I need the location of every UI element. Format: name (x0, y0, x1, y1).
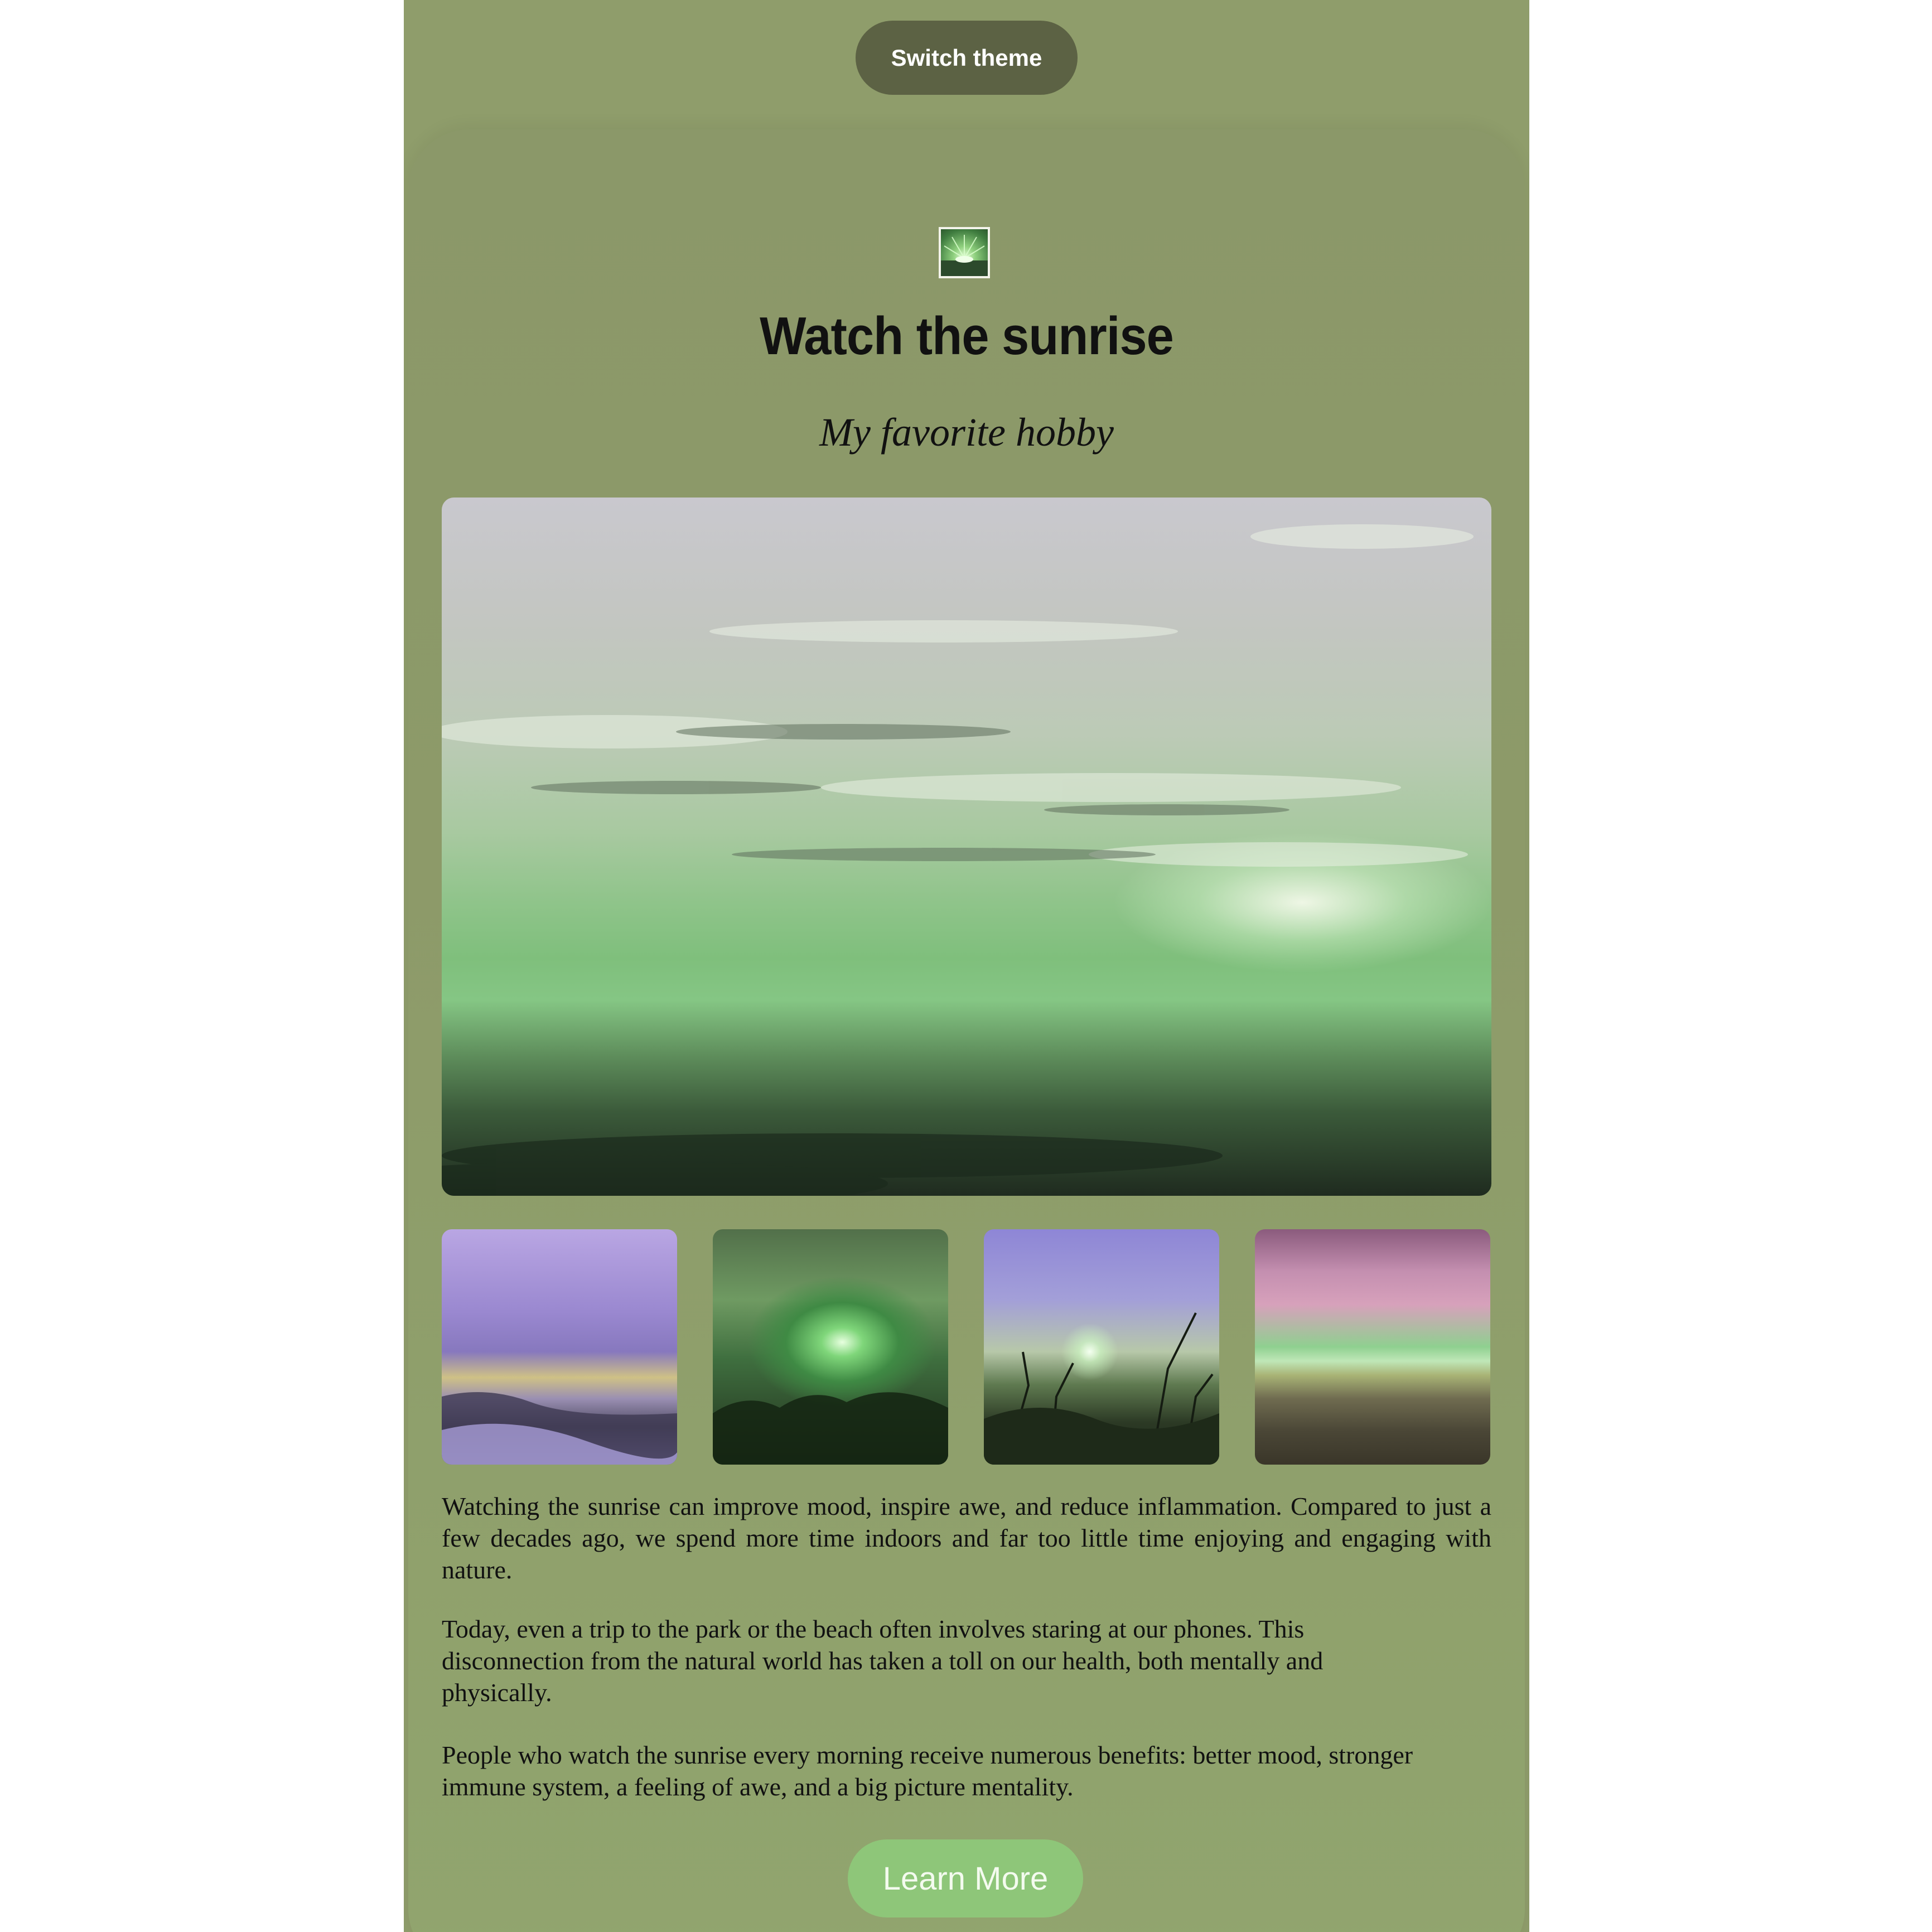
paragraph-1: Watching the sunrise can improve mood, i… (442, 1492, 1491, 1584)
gallery-thumbnail-4[interactable] (1255, 1229, 1490, 1465)
hero-image (442, 498, 1491, 1196)
paragraph-3: People who watch the sunrise every morni… (442, 1741, 1413, 1801)
gallery-thumbnail-2[interactable] (713, 1229, 948, 1465)
learn-more-button[interactable]: Learn More (848, 1839, 1083, 1917)
gallery-thumbnail-3[interactable] (984, 1229, 1219, 1465)
switch-theme-button[interactable]: Switch theme (856, 21, 1078, 95)
page-title: Watch the sunrise (760, 306, 1174, 366)
gallery-thumbnail-1[interactable] (442, 1229, 677, 1465)
page-subtitle: My favorite hobby (819, 410, 1114, 455)
sunrise-logo-icon (939, 227, 990, 278)
paragraph-2: Today, even a trip to the park or the be… (442, 1615, 1324, 1707)
page: Switch theme Watch the sunrise My favori… (404, 0, 1529, 1932)
